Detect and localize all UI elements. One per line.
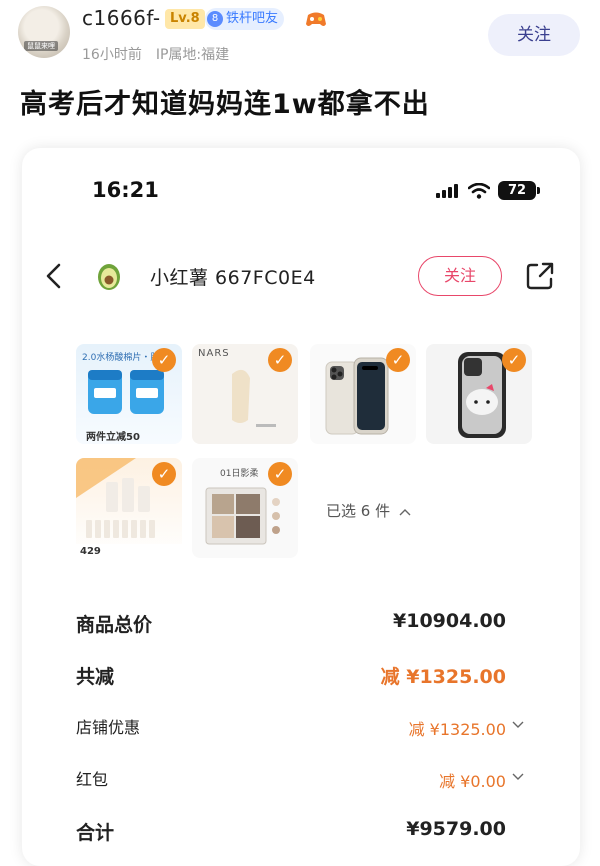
shop-name: 小红薯 667FC0E4 [150, 267, 316, 289]
checkmark-icon[interactable]: ✓ [502, 348, 526, 372]
follow-shop-button[interactable]: 关注 [418, 256, 502, 296]
chevron-up-icon [399, 509, 411, 516]
row-label-shop-discount: 店铺优惠 [76, 718, 141, 737]
row-value-grand-total: ¥9579.00 [406, 818, 506, 840]
row-value-discount-total: 减 ¥1325.00 [380, 666, 506, 688]
post-time: 16小时前 [82, 47, 142, 63]
status-time: 16:21 [92, 178, 159, 202]
app-bar: 小红薯 667FC0E4 关注 [22, 248, 580, 304]
checkmark-icon[interactable]: ✓ [386, 348, 410, 372]
selected-count-label: 已选 6 件 [326, 502, 391, 520]
avatar[interactable]: 鼠鼠来哩 [18, 6, 70, 58]
back-arrow-icon[interactable] [40, 260, 70, 292]
battery-icon: 72 [498, 181, 540, 200]
gamepad-icon [306, 12, 326, 26]
product-thumb[interactable]: 429 ✓ [76, 458, 182, 558]
avocado-icon [98, 264, 120, 290]
chevron-down-icon[interactable] [512, 772, 524, 782]
product-thumb[interactable]: ✓ [310, 344, 416, 444]
checkmark-icon[interactable]: ✓ [268, 462, 292, 486]
username[interactable]: c1666f- [82, 6, 161, 30]
member-level-icon: 8 [207, 11, 223, 27]
product-price-tag: 429 [80, 546, 101, 557]
checkmark-icon[interactable]: ✓ [152, 348, 176, 372]
checkmark-icon[interactable]: ✓ [152, 462, 176, 486]
post-meta: 16小时前 IP属地:福建 [82, 44, 229, 64]
follow-user-button[interactable]: 关注 [488, 14, 580, 56]
row-value-total-price: ¥10904.00 [393, 610, 506, 632]
member-title: 铁杆吧友 [226, 11, 279, 26]
wifi-icon [468, 182, 490, 199]
post-ip: IP属地:福建 [155, 47, 230, 63]
product-thumb[interactable]: 01日影柔 ✓ [192, 458, 298, 558]
row-value-shop-discount[interactable]: 减 ¥1325.00 [409, 716, 506, 740]
row-label-grand-total: 合计 [76, 822, 115, 844]
product-thumb[interactable]: 2.0水杨酸棉片・肤质 两件立减50 ✓ [76, 344, 182, 444]
checkmark-icon[interactable]: ✓ [268, 348, 292, 372]
attached-screenshot[interactable]: 16:21 72 小红薯 667FC0E4 关注 2.0水杨酸棉片・肤质 两件立… [22, 148, 580, 866]
signal-icon [436, 183, 460, 198]
row-value-red-packet[interactable]: 减 ¥0.00 [439, 768, 506, 792]
product-thumb[interactable]: NARS ✓ [192, 344, 298, 444]
product-thumb[interactable]: ✓ [426, 344, 532, 444]
avatar-tag: 鼠鼠来哩 [24, 41, 58, 51]
status-icons: 72 [436, 181, 540, 200]
row-label-total-price: 商品总价 [76, 614, 153, 636]
row-label-red-packet: 红包 [76, 770, 109, 789]
row-label-discount-total: 共减 [76, 666, 115, 688]
product-promo: 两件立减50 [86, 432, 140, 443]
post-title: 高考后才知道妈妈连1w都拿不出 [20, 89, 430, 120]
level-badge: Lv.8 [165, 9, 205, 29]
post-header: 鼠鼠来哩 c1666f- Lv.8 8 铁杆吧友 16小时前 IP属地:福建 关注 [0, 0, 600, 72]
member-badge: 8 铁杆吧友 [205, 8, 285, 30]
chevron-down-icon[interactable] [512, 720, 524, 730]
share-icon[interactable] [524, 260, 556, 292]
selected-count[interactable]: 已选 6 件 [326, 500, 411, 521]
